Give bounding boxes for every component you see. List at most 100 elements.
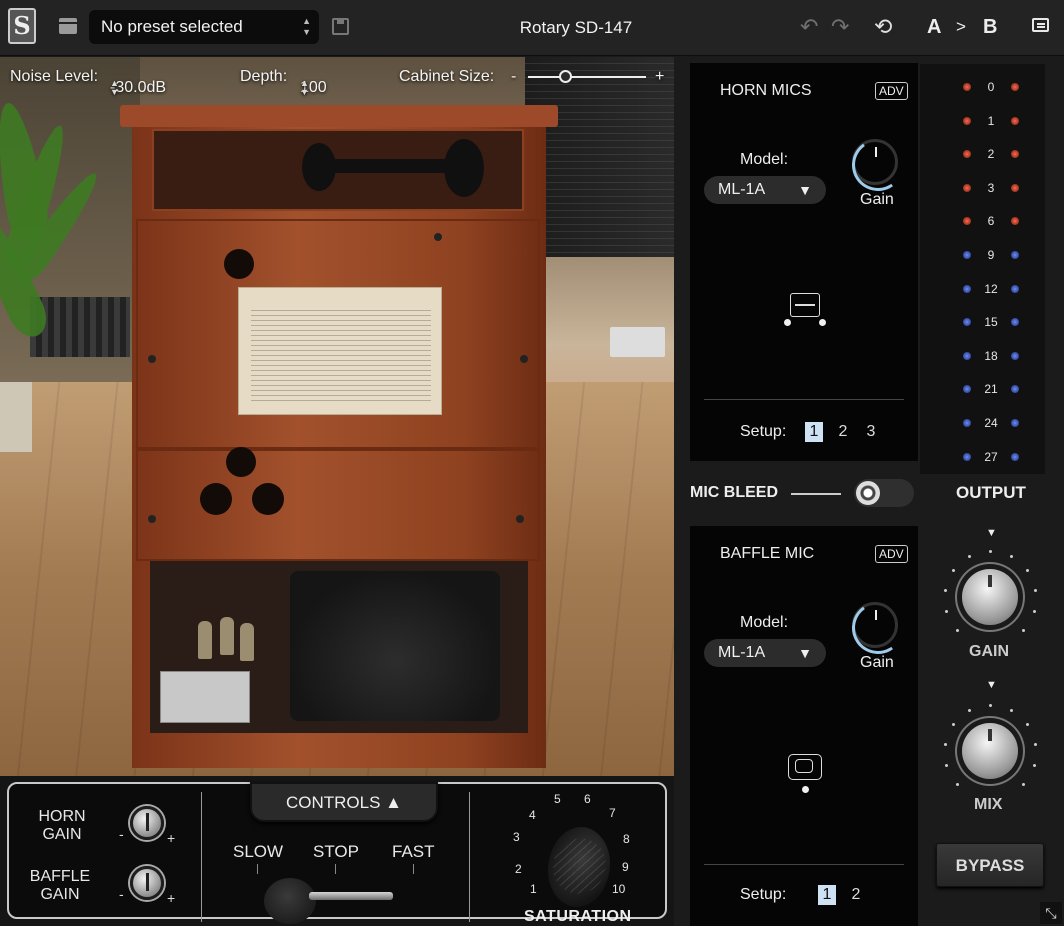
baffle-mic-panel: BAFFLE MIC ADV Model: ML-1A ▼ Gain Setup… [690, 526, 918, 926]
horn-setup-2[interactable]: 2 [834, 422, 852, 442]
plugin-title: Rotary SD-147 [519, 18, 633, 37]
bypass-button[interactable]: BYPASS [936, 843, 1044, 887]
a-button[interactable]: A [927, 15, 941, 39]
knob-scale-dot [956, 782, 960, 786]
b-button[interactable]: B [983, 15, 997, 39]
knob-scale-dot [956, 628, 960, 632]
baffle-mic-gain-knob[interactable] [852, 602, 898, 648]
speed-fast-label[interactable]: FAST [392, 842, 435, 862]
output-gain-label: GAIN [969, 643, 1009, 660]
output-gain-knob[interactable] [962, 569, 1018, 625]
knob-scale-dot [1021, 782, 1025, 786]
meter-led [1011, 183, 1019, 192]
baffle-gain-label: BAFFLE GAIN [29, 868, 91, 903]
meter-scale-label: 27 [984, 449, 998, 464]
mic-position-dot[interactable] [802, 786, 809, 793]
saturation-mark-4: 4 [529, 808, 536, 822]
knob-scale-dot [943, 588, 947, 592]
meter-led [963, 318, 971, 327]
baffle-setup-2[interactable]: 2 [847, 885, 865, 905]
undo-icon[interactable]: ↶ [800, 16, 818, 38]
knob-scale-dot [989, 550, 992, 553]
chevron-down-icon: ▼ [798, 182, 812, 198]
fast-tick [413, 864, 414, 874]
preset-updown-icon[interactable]: ▲ ▼ [302, 16, 311, 38]
horn-model-select[interactable]: ML-1A ▼ [704, 176, 826, 204]
resize-icon[interactable]: ⤡ [1040, 902, 1062, 924]
speed-slow-label[interactable]: SLOW [233, 842, 283, 862]
mix-label: MIX [974, 796, 1003, 813]
meter-scale-label: 3 [987, 180, 995, 195]
mic-position-dot[interactable] [819, 319, 826, 326]
baffle-setup-1[interactable]: 1 [818, 885, 836, 905]
baffle-gain-plus: + [167, 890, 176, 906]
meter-scale-label: 21 [984, 382, 998, 397]
meter-led [963, 150, 971, 159]
noise-updown-icon[interactable]: ▲ ▼ [110, 79, 119, 97]
plant [0, 82, 110, 452]
gain-pointer-icon: ▼ [986, 527, 997, 539]
baffle-adv-button[interactable]: ADV [875, 545, 908, 563]
cabinet-size-slider-handle[interactable] [559, 70, 572, 83]
meter-led [963, 385, 971, 394]
save-icon[interactable] [332, 18, 349, 35]
amplifier [160, 671, 250, 723]
saturation-mark-7: 7 [609, 806, 616, 820]
preset-selector[interactable]: No preset selected ▲ ▼ [89, 10, 319, 44]
knob-scale-dot [951, 568, 955, 572]
horn-setup-3[interactable]: 3 [862, 422, 880, 442]
horn-model-label: Model: [740, 151, 789, 168]
controls-frame: HORN GAIN - + BAFFLE GAIN - + CONTROLS ▲… [7, 782, 667, 925]
cabinet-size-label: Cabinet Size: [399, 68, 495, 85]
knob-scale-dot [943, 742, 947, 746]
preset-label: No preset selected [101, 17, 243, 36]
speed-lever[interactable] [309, 892, 393, 900]
meter-scale-label: 9 [987, 248, 995, 262]
cabinet-size-minus[interactable]: - [511, 68, 516, 86]
mic-position-dot[interactable] [784, 319, 791, 326]
speed-stop-label[interactable]: STOP [313, 842, 359, 862]
meter-scale-label: 24 [984, 416, 998, 430]
horn-setup-1[interactable]: 1 [805, 422, 823, 442]
mic-position-icon[interactable] [790, 293, 820, 317]
menu-icon[interactable] [59, 18, 77, 34]
knob-scale-dot [951, 722, 955, 726]
horn-gain-minus: - [119, 826, 124, 842]
knob-scale-dot [1032, 610, 1036, 614]
horn-mics-panel: HORN MICS ADV Model: ML-1A ▼ Gain Setup:… [690, 63, 918, 461]
chat-icon[interactable] [1032, 18, 1049, 32]
knob-scale-dot [968, 709, 972, 712]
baffle-mic-title: BAFFLE MIC [720, 545, 815, 562]
mic-bleed-toggle[interactable] [854, 479, 914, 507]
meter-led [963, 452, 971, 461]
baffle-gain-knob[interactable] [130, 866, 164, 900]
horn-mic-gain-knob[interactable] [852, 139, 898, 185]
controls-toggle-button[interactable]: CONTROLS ▲ [250, 782, 438, 822]
meter-led [1011, 452, 1019, 461]
mic-bleed-label: MIC BLEED [690, 484, 778, 501]
meter-scale-label: 0 [987, 80, 995, 94]
meter-led [1011, 251, 1019, 259]
ab-copy-arrow[interactable]: > [956, 15, 966, 39]
output-meter: 0 1 2 3 6 9 12 15 18 21 24 27 [920, 64, 1045, 474]
loop-icon[interactable]: ⟲ [874, 16, 892, 38]
horn-adv-button[interactable]: ADV [875, 82, 908, 100]
baffle-model-select[interactable]: ML-1A ▼ [704, 639, 826, 667]
redo-icon[interactable]: ↷ [831, 16, 849, 38]
meter-led [963, 251, 971, 259]
baffle-gain-minus: - [119, 886, 124, 902]
cabinet-size-plus[interactable]: + [655, 68, 664, 86]
info-label [238, 287, 442, 415]
meter-scale-label: 2 [987, 147, 995, 162]
horn-compartment [152, 129, 524, 211]
baffle-mic-position-icon[interactable] [788, 754, 822, 780]
saturation-mark-10: 10 [612, 882, 626, 896]
horn-gain-knob[interactable] [130, 806, 164, 840]
depth-label: Depth: [240, 68, 288, 85]
meter-scale-label: 15 [984, 315, 998, 330]
mix-knob[interactable] [962, 723, 1018, 779]
cabinet-size-slider[interactable] [528, 76, 646, 78]
logo-icon[interactable]: S [8, 8, 36, 44]
saturation-knob[interactable] [532, 817, 626, 917]
depth-updown-icon[interactable]: ▲ ▼ [300, 79, 309, 97]
